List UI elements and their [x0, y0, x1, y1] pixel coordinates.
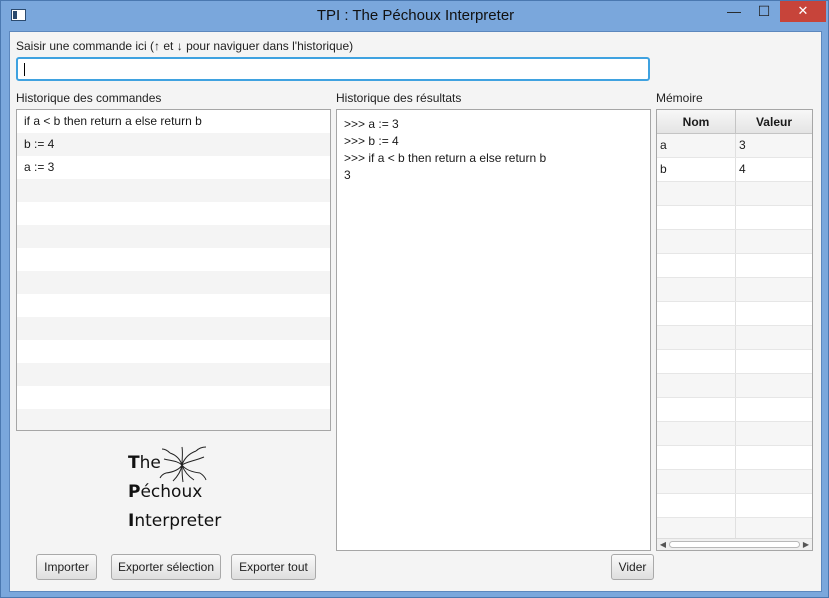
command-input-label: Saisir une commande ici (↑ et ↓ pour nav…	[16, 39, 354, 53]
list-item[interactable]	[17, 386, 330, 409]
result-line: >>> if a < b then return a else return b	[344, 151, 547, 165]
command-input[interactable]	[16, 57, 650, 81]
text-caret	[24, 63, 25, 76]
cell-name: b	[657, 158, 736, 181]
scroll-left-icon[interactable]: ◀	[657, 539, 669, 550]
app-logo: The Péchoux Interpreter	[128, 445, 258, 537]
scroll-right-icon[interactable]: ▶	[800, 539, 812, 550]
list-item[interactable]	[17, 340, 330, 363]
maximize-button[interactable]: ☐	[749, 1, 779, 22]
result-line: 3	[344, 168, 351, 182]
column-header-value[interactable]: Valeur	[736, 110, 812, 133]
list-item[interactable]: b := 4	[17, 133, 330, 156]
cell-value: 4	[738, 162, 746, 176]
main-content: Saisir une commande ici (↑ et ↓ pour nav…	[9, 31, 822, 592]
cell-name: a	[657, 134, 736, 157]
table-row	[657, 326, 812, 350]
memory-label: Mémoire	[656, 91, 703, 105]
scrollbar-thumb[interactable]	[669, 541, 800, 548]
table-row	[657, 302, 812, 326]
table-row	[657, 182, 812, 206]
list-item[interactable]	[17, 271, 330, 294]
list-item[interactable]	[17, 317, 330, 340]
list-item[interactable]: if a < b then return a else return b	[17, 110, 330, 133]
table-row	[657, 230, 812, 254]
table-row	[657, 374, 812, 398]
title-bar: TPI : The Péchoux Interpreter — ☐ ✕	[1, 1, 829, 31]
list-item[interactable]	[17, 363, 330, 386]
column-header-name[interactable]: Nom	[657, 110, 736, 133]
cell-value: 3	[738, 138, 746, 152]
table-row	[657, 494, 812, 518]
list-item[interactable]: a := 3	[17, 156, 330, 179]
tree-roots-icon	[159, 446, 207, 483]
export-all-button[interactable]: Exporter tout	[231, 554, 316, 580]
memory-table-body: a 3 b 4	[657, 134, 812, 542]
clear-button[interactable]: Vider	[611, 554, 654, 580]
list-item[interactable]	[17, 225, 330, 248]
close-button[interactable]: ✕	[780, 1, 826, 22]
list-item[interactable]	[17, 202, 330, 225]
list-item[interactable]	[17, 294, 330, 317]
minimize-button[interactable]: —	[719, 1, 749, 22]
horizontal-scrollbar[interactable]: ◀ ▶	[657, 538, 812, 550]
table-row	[657, 206, 812, 230]
commands-history-label: Historique des commandes	[16, 91, 162, 105]
table-row[interactable]: b 4	[657, 158, 812, 182]
list-item[interactable]	[17, 179, 330, 202]
table-row	[657, 398, 812, 422]
logo-line-the: The	[128, 453, 161, 473]
table-row	[657, 278, 812, 302]
result-line: >>> b := 4	[344, 134, 399, 148]
app-window: TPI : The Péchoux Interpreter — ☐ ✕ Sais…	[0, 0, 829, 598]
table-row	[657, 350, 812, 374]
table-row	[657, 254, 812, 278]
table-row[interactable]: a 3	[657, 134, 812, 158]
result-line: >>> a := 3	[344, 117, 399, 131]
memory-table-header: Nom Valeur	[657, 110, 812, 134]
results-history-area[interactable]: >>> a := 3 >>> b := 4 >>> if a < b then …	[336, 109, 651, 551]
results-history-label: Historique des résultats	[336, 91, 462, 105]
list-item[interactable]	[17, 248, 330, 271]
window-title: TPI : The Péchoux Interpreter	[316, 7, 515, 24]
export-selection-button[interactable]: Exporter sélection	[111, 554, 221, 580]
table-row	[657, 470, 812, 494]
commands-history-list[interactable]: if a < b then return a else return b b :…	[16, 109, 331, 431]
logo-line-pechoux: Péchoux	[128, 482, 203, 502]
import-button[interactable]: Importer	[36, 554, 97, 580]
logo-line-interpreter: Interpreter	[128, 511, 222, 531]
table-row	[657, 446, 812, 470]
memory-table[interactable]: Nom Valeur a 3 b 4 ◀ ▶	[656, 109, 813, 551]
table-row	[657, 422, 812, 446]
list-item[interactable]	[17, 409, 330, 430]
